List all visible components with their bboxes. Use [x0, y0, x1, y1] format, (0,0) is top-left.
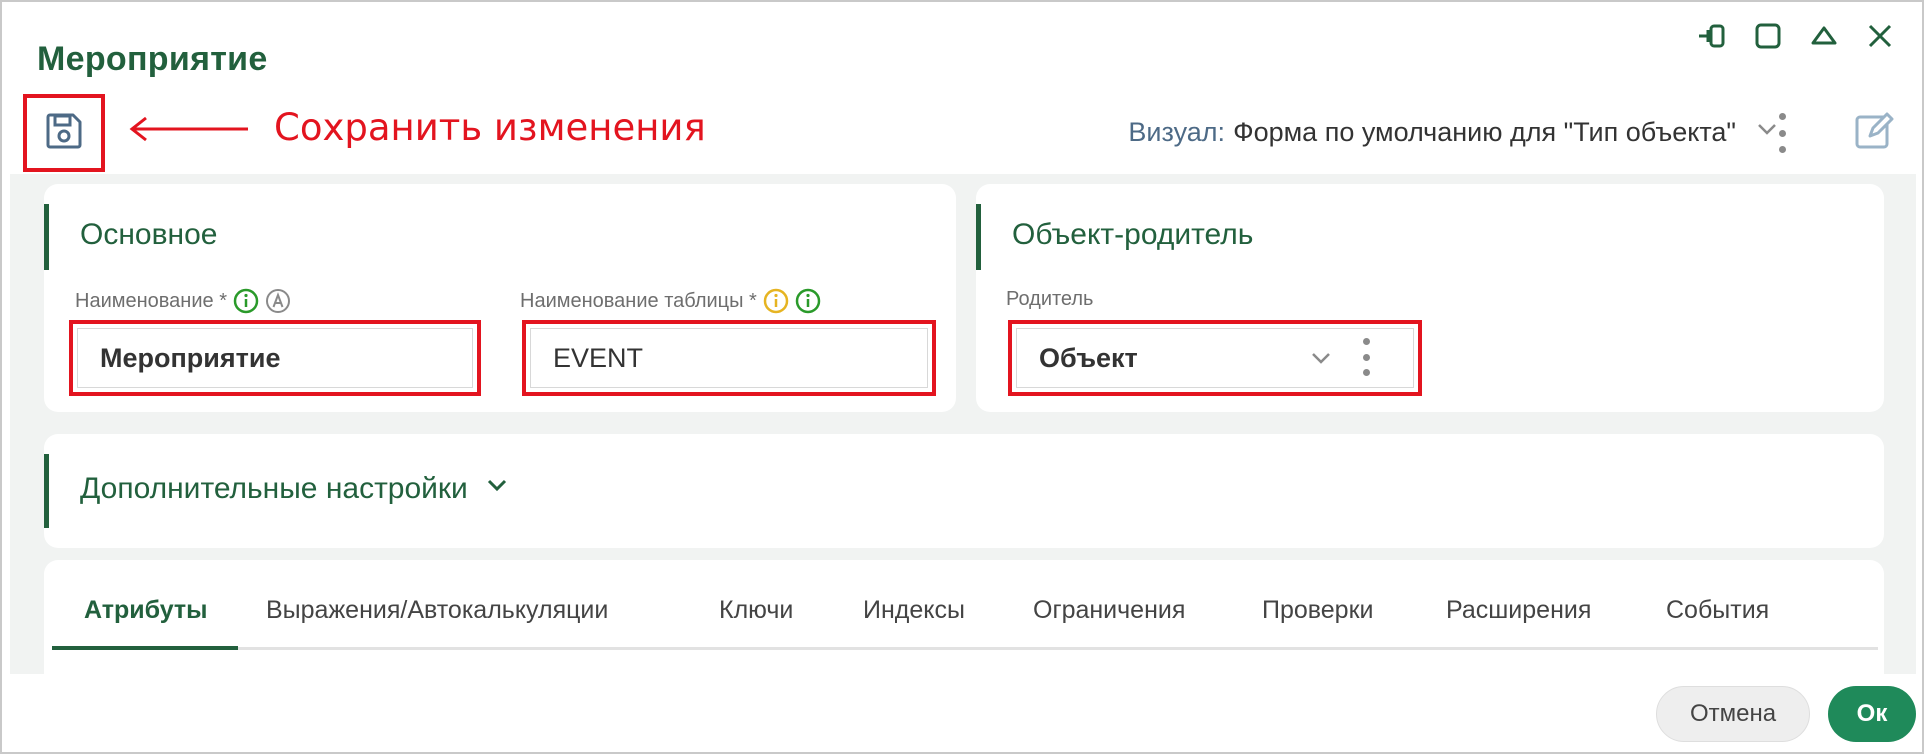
- info-icon[interactable]: [233, 288, 259, 314]
- collapse-icon[interactable]: [1808, 20, 1840, 52]
- tab-label: Проверки: [1262, 596, 1374, 624]
- visual-label: Визуал:: [1128, 117, 1226, 147]
- parent-field-label-row: Родитель: [1006, 288, 1093, 311]
- tab-label: Индексы: [863, 596, 965, 624]
- name-input[interactable]: Мероприятие: [77, 328, 473, 388]
- advanced-section-header[interactable]: Дополнительные настройки: [80, 472, 510, 506]
- active-tab-indicator: [52, 646, 238, 650]
- tab-keys[interactable]: Ключи: [719, 596, 793, 625]
- annotation-label: Сохранить изменения: [274, 106, 706, 149]
- parent-section-title: Объект-родитель: [1012, 218, 1254, 251]
- advanced-section-title: Дополнительные настройки: [80, 472, 468, 505]
- parent-more-icon[interactable]: [1360, 338, 1372, 376]
- main-section-title: Основное: [80, 218, 218, 251]
- auto-icon[interactable]: [265, 288, 291, 314]
- tab-expressions[interactable]: Выражения/Автокалькуляции: [266, 596, 608, 625]
- name-field-label: Наименование *: [75, 289, 227, 312]
- parent-field[interactable]: Объект: [1008, 320, 1422, 396]
- maximize-icon[interactable]: [1752, 20, 1784, 52]
- parent-select[interactable]: Объект: [1016, 328, 1414, 388]
- edit-icon[interactable]: [1852, 108, 1896, 157]
- section-bar: [44, 204, 49, 270]
- tab-constraints[interactable]: Ограничения: [1033, 596, 1185, 625]
- name-field-label-row: Наименование *: [75, 288, 291, 314]
- visual-value: Форма по умолчанию для "Тип объекта": [1233, 117, 1736, 147]
- tab-checks[interactable]: Проверки: [1262, 596, 1374, 625]
- parent-field-label: Родитель: [1006, 288, 1094, 310]
- cancel-button[interactable]: Отмена: [1656, 686, 1810, 742]
- tab-bar: Атрибуты Выражения/Автокалькуляции Ключи…: [52, 580, 1878, 650]
- tab-events[interactable]: События: [1666, 596, 1769, 625]
- table-name-field[interactable]: EVENT: [522, 320, 936, 396]
- table-name-input[interactable]: EVENT: [530, 328, 928, 388]
- table-field-label-row: Наименование таблицы *: [520, 288, 821, 314]
- tab-label: Расширения: [1446, 596, 1592, 624]
- chevron-down-icon[interactable]: [1308, 345, 1334, 376]
- more-options-icon[interactable]: [1776, 113, 1788, 153]
- name-field[interactable]: Мероприятие: [69, 320, 481, 396]
- visual-selector[interactable]: Визуал: Форма по умолчанию для "Тип объе…: [1128, 116, 1780, 149]
- save-icon: [44, 111, 84, 156]
- window-controls: [1696, 20, 1896, 52]
- window-title: Мероприятие: [37, 40, 268, 78]
- parent-section-card: Объект-родитель Родитель Объект: [976, 184, 1884, 412]
- section-bar: [976, 204, 981, 270]
- tab-label: Ограничения: [1033, 596, 1186, 624]
- section-bar: [44, 454, 49, 528]
- chevron-down-icon[interactable]: [484, 472, 510, 506]
- tab-attributes[interactable]: Атрибуты: [84, 596, 208, 625]
- tab-label: События: [1666, 596, 1770, 624]
- save-button[interactable]: [23, 94, 105, 172]
- annotation-arrow: [129, 116, 248, 142]
- tab-label: Ключи: [719, 596, 794, 624]
- tab-indexes[interactable]: Индексы: [863, 596, 965, 625]
- tab-label: Выражения/Автокалькуляции: [266, 596, 609, 624]
- pin-icon[interactable]: [1696, 20, 1728, 52]
- close-icon[interactable]: [1864, 20, 1896, 52]
- parent-value[interactable]: Объект: [1039, 343, 1138, 374]
- info-icon[interactable]: [795, 288, 821, 314]
- dialog-window: Мероприятие Сохранить изменения Визуал: …: [0, 0, 1924, 754]
- tab-extensions[interactable]: Расширения: [1446, 596, 1591, 625]
- ok-button[interactable]: Ок: [1828, 686, 1916, 742]
- warning-info-icon[interactable]: [763, 288, 789, 314]
- advanced-section-card[interactable]: Дополнительные настройки: [44, 434, 1884, 548]
- tab-label: Атрибуты: [84, 596, 208, 624]
- main-section-card: Основное Наименование * Мероприятие Наим…: [44, 184, 956, 412]
- table-field-label: Наименование таблицы *: [520, 289, 757, 312]
